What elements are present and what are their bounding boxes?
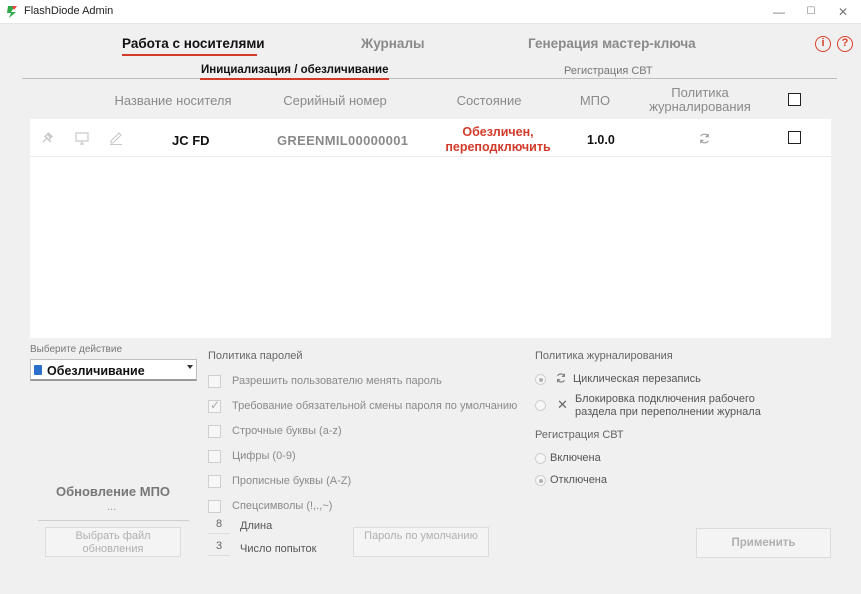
subtab-svt[interactable]: Регистрация СВТ xyxy=(564,65,653,77)
svt-enabled-label: Включена xyxy=(550,452,601,464)
header-state: Состояние xyxy=(456,93,522,108)
tab-master-key[interactable]: Генерация мастер-ключа xyxy=(528,36,696,51)
cyclic-overwrite-icon xyxy=(557,373,565,383)
cell-media-name: JC FD xyxy=(172,133,210,148)
tab-logs[interactable]: Журналы xyxy=(361,36,425,51)
cyclic-overwrite-radio[interactable] xyxy=(535,374,546,385)
allow-change-password-checkbox[interactable] xyxy=(208,375,221,388)
svt-disabled-radio[interactable] xyxy=(535,475,546,486)
close-button[interactable]: ✕ xyxy=(828,2,858,22)
tabs-separator xyxy=(22,78,837,79)
window-title: FlashDiode Admin xyxy=(24,5,114,17)
cyclic-log-icon xyxy=(700,133,709,144)
help-icon[interactable]: ? xyxy=(837,36,853,52)
chevron-down-icon xyxy=(187,365,193,369)
attempts-input[interactable]: 3 xyxy=(208,540,230,556)
cell-mpo: 1.0.0 xyxy=(587,133,615,147)
uppercase-label: Прописные буквы (A-Z) xyxy=(232,475,352,487)
action-label: Выберите действие xyxy=(30,344,123,355)
svt-enabled-radio[interactable] xyxy=(535,453,546,464)
digits-checkbox[interactable] xyxy=(208,450,221,463)
row-checkbox[interactable] xyxy=(788,131,801,144)
default-password-button[interactable]: Пароль по умолчанию xyxy=(353,527,489,557)
plug-icon[interactable] xyxy=(40,131,54,145)
close-icon: ✕ xyxy=(557,397,568,412)
block-on-overflow-radio[interactable] xyxy=(535,400,546,411)
header-name: Название носителя xyxy=(114,93,232,108)
select-update-file-button[interactable]: Выбрать файл обновления xyxy=(45,527,181,557)
cell-serial: GREENMIL00000001 xyxy=(277,133,409,148)
require-change-password-checkbox[interactable] xyxy=(208,398,221,413)
block-on-overflow-label: Блокировка подключения рабочего раздела … xyxy=(575,393,761,418)
lowercase-label: Строчные буквы (a-z) xyxy=(232,425,342,437)
tab-media[interactable]: Работа с носителями xyxy=(122,36,265,51)
svt-registration-title: Регистрация СВТ xyxy=(535,429,624,441)
action-selected: Обезличивание xyxy=(47,364,145,378)
mpo-update-value: ... xyxy=(107,501,117,513)
info-icon[interactable]: i xyxy=(815,36,831,52)
special-chars-label: Спецсимволы (!,.,~) xyxy=(232,500,333,512)
apply-button[interactable]: Применить xyxy=(696,528,831,558)
header-log-policy: Политика журналирования xyxy=(649,85,751,114)
length-label: Длина xyxy=(240,520,273,532)
action-select[interactable]: Обезличивание xyxy=(30,359,197,381)
header-mpo: МПО xyxy=(579,93,611,108)
app-logo-icon xyxy=(7,6,17,18)
special-chars-checkbox[interactable] xyxy=(208,500,221,513)
header-serial: Серийный номер xyxy=(283,93,387,108)
media-icon xyxy=(34,365,42,375)
edit-icon[interactable] xyxy=(109,131,123,145)
length-input[interactable]: 8 xyxy=(208,518,230,534)
subtab-init[interactable]: Инициализация / обезличивание xyxy=(201,64,389,76)
monitor-icon[interactable] xyxy=(75,131,89,145)
mpo-divider xyxy=(38,520,189,521)
select-all-checkbox[interactable] xyxy=(788,93,801,106)
svt-disabled-label: Отключена xyxy=(550,474,607,486)
mpo-update-title: Обновление МПО xyxy=(56,484,171,499)
uppercase-checkbox[interactable] xyxy=(208,475,221,488)
maximize-button[interactable]: ☐ xyxy=(796,2,826,22)
title-bar: FlashDiode Admin — ☐ ✕ xyxy=(0,0,861,24)
log-policy-title: Политика журналирования xyxy=(535,350,673,362)
cyclic-overwrite-label: Циклическая перезапись xyxy=(573,373,701,385)
digits-label: Цифры (0-9) xyxy=(232,450,296,462)
require-change-password-label: Требование обязательной смены пароля по … xyxy=(232,400,518,412)
password-policy-title: Политика паролей xyxy=(208,350,303,362)
subtab-active-indicator xyxy=(200,78,389,80)
tab-active-indicator xyxy=(122,54,257,56)
lowercase-checkbox[interactable] xyxy=(208,425,221,438)
allow-change-password-label: Разрешить пользователю менять пароль xyxy=(232,375,442,387)
cell-state: Обезличен, переподключить xyxy=(445,125,551,154)
attempts-label: Число попыток xyxy=(240,543,317,555)
minimize-button[interactable]: — xyxy=(764,2,794,22)
